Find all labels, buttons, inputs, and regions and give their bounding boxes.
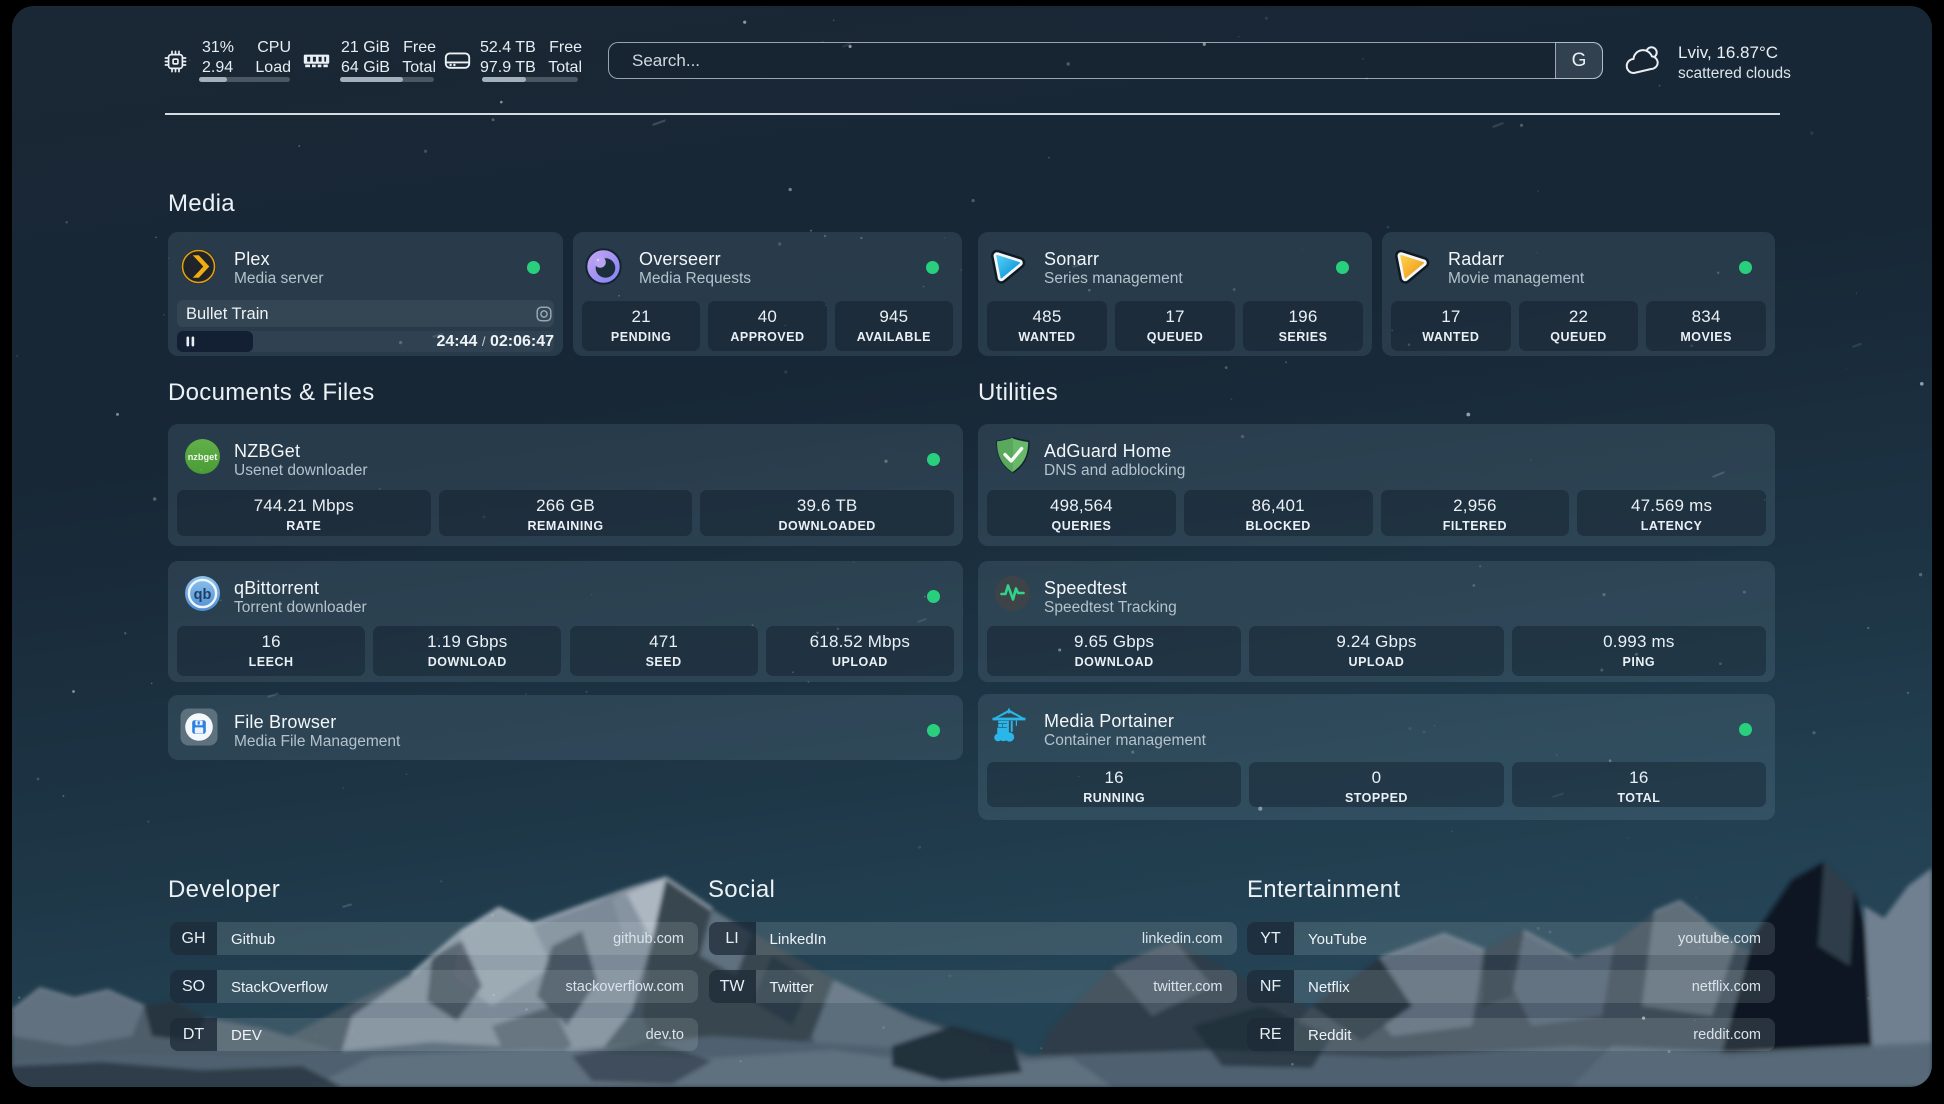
svg-text:qb: qb (194, 587, 212, 603)
svg-text:nzbget: nzbget (188, 452, 218, 462)
